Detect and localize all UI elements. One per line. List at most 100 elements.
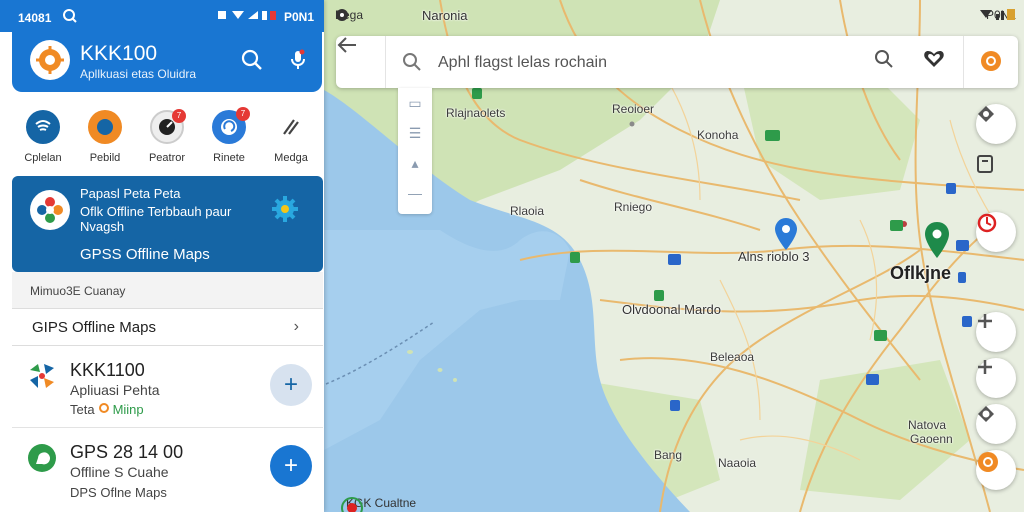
quick-action-label: Pebild [89, 152, 121, 164]
quick-action-label: Rinete [213, 152, 245, 164]
app-meta: DPS Oflne Maps [70, 485, 167, 500]
app-title: KKK100 [80, 42, 158, 65]
microphone-icon[interactable] [284, 46, 312, 74]
app-subtitle: Apliuasi Pehta [70, 382, 160, 398]
row-link-label: GIPS Offline Maps [32, 318, 156, 336]
road-shield [946, 183, 957, 194]
speedometer-icon: 7 [150, 109, 186, 144]
phone-status-bar: 14081 P0N1 [0, 0, 324, 32]
road-shield [472, 88, 483, 99]
map-label: Bang [654, 448, 683, 462]
road-shield [866, 374, 879, 385]
app-logo-icon [26, 360, 58, 392]
gps-offline-maps-row[interactable]: GIPS Offline Maps › [12, 308, 323, 346]
layers-icon[interactable]: ▭ [398, 88, 432, 118]
map-label: Alns rioblo 3 [738, 249, 810, 264]
map-label: Rlaoia [510, 204, 545, 218]
divider [963, 36, 964, 88]
promo-description: Oflk Offline Terbbauh paur Nvagsh [80, 204, 232, 234]
settings-gear-icon[interactable] [976, 450, 1016, 490]
road-shield [956, 240, 969, 251]
app-meta-text: Teta [70, 402, 95, 417]
search-icon[interactable] [238, 46, 266, 74]
map-attribution: KGK Cualtne [340, 496, 416, 512]
app-name: GPS 28 14 00 [70, 442, 184, 462]
road-shield [765, 130, 780, 141]
map-label: Olvdoonal Mardo [622, 302, 721, 317]
chat-icon [26, 442, 58, 474]
section-label: Mimuo3E Cuanay [30, 284, 126, 298]
quick-action-medga[interactable]: Medga [260, 106, 322, 166]
app-header: KKK100 Apllkuasi etas Oluidra [12, 30, 322, 92]
quick-action-label: Medga [274, 152, 308, 164]
quick-action-label: Cplelan [24, 152, 62, 164]
quick-action-label: Peatror [148, 152, 186, 164]
zoom-in-button-2[interactable] [976, 358, 1016, 398]
road-shield [570, 252, 581, 263]
promo-app-name: GPSS Offline Maps [80, 246, 210, 263]
app-logo-icon [30, 40, 70, 80]
bookmark-button[interactable] [976, 154, 1016, 194]
my-location-button[interactable] [976, 404, 1016, 444]
app-name: KKK1100 [70, 360, 145, 380]
tools-icon [274, 110, 308, 144]
quick-actions: Cplelan Pebild 7 Peatror 7 Rinete Medga [12, 106, 322, 166]
notification-icon [63, 9, 78, 26]
list-icon[interactable]: ☰ [398, 118, 432, 148]
phone-right-time: P0N1 [283, 9, 314, 24]
app-subtitle: Offline S Cuahe [70, 464, 169, 480]
quick-action-cplelan[interactable]: Cplelan [12, 106, 74, 166]
map-label-city: Oflkjne [890, 263, 952, 283]
quick-action-peatror[interactable]: 7 Peatror [136, 106, 198, 166]
person-icon[interactable]: ▴ [398, 148, 432, 178]
promo-card[interactable]: Papasl Peta Peta Oflk Offline Terbbauh p… [12, 176, 323, 272]
road-shield [890, 220, 903, 231]
map-label: Reoioer [612, 102, 655, 116]
map-search-bar[interactable]: Aphl flagst lelas rochain [336, 36, 1018, 88]
map-label: Gaoenn [910, 432, 953, 446]
app-meta: Teta Miinp [70, 402, 144, 417]
minus-icon[interactable]: — [398, 178, 432, 208]
road-shield [962, 316, 973, 327]
map-label: Rlajnaolets [446, 106, 506, 120]
notification-badge: 7 [172, 109, 186, 123]
promo-title: Papasl Peta Peta [80, 186, 181, 201]
road-shield [958, 272, 967, 283]
zoom-in-button[interactable] [976, 312, 1016, 352]
settings-gear-icon[interactable] [270, 194, 300, 229]
app-panel: 14081 P0N1 KKK100 Apllkuasi etas Oluidra [0, 0, 324, 512]
chevron-right-icon: › [293, 318, 299, 335]
record-icon [88, 110, 122, 144]
notification-badge: 7 [236, 107, 250, 121]
add-button[interactable]: + [270, 445, 312, 487]
search-input[interactable]: Aphl flagst lelas rochain [438, 54, 607, 72]
back-arrow-icon[interactable] [336, 36, 386, 88]
refresh-icon: 7 [212, 107, 250, 144]
map-label: Naronia [422, 8, 468, 23]
search-icon[interactable] [874, 49, 900, 75]
compass-button[interactable] [976, 104, 1016, 144]
quick-action-pebild[interactable]: Pebild [74, 106, 136, 166]
wifi-icon [26, 110, 60, 144]
road-shield [654, 290, 665, 301]
list-item[interactable]: KKK1100 Apliuasi Pehta Teta Miinp + [12, 346, 323, 428]
add-button[interactable]: + [270, 364, 312, 406]
list-item[interactable]: GPS 28 14 00 Offline S Cuahe DPS Oflne M… [12, 428, 323, 512]
map-label: Beleaoa [710, 350, 755, 364]
road-shield [668, 254, 681, 265]
map-layer-strip: ▭ ☰ ▴ — [398, 88, 432, 214]
phone-time: 14081 [18, 10, 52, 25]
map-label: Rniego [614, 200, 653, 214]
app-meta-tag: Miinp [112, 402, 144, 417]
wifi-icon [217, 9, 278, 24]
settings-gear-icon[interactable] [979, 49, 1005, 75]
map-label: Konoha [697, 128, 739, 142]
heart-icon[interactable] [923, 49, 949, 75]
map-label: Naaoia [718, 456, 757, 470]
road-shield [670, 400, 681, 411]
ring-icon [98, 402, 110, 417]
record-button[interactable] [976, 212, 1016, 252]
quick-action-rinete[interactable]: 7 Rinete [198, 106, 260, 166]
road-shield [874, 330, 887, 341]
app-subtitle: Apllkuasi etas Oluidra [80, 67, 197, 81]
